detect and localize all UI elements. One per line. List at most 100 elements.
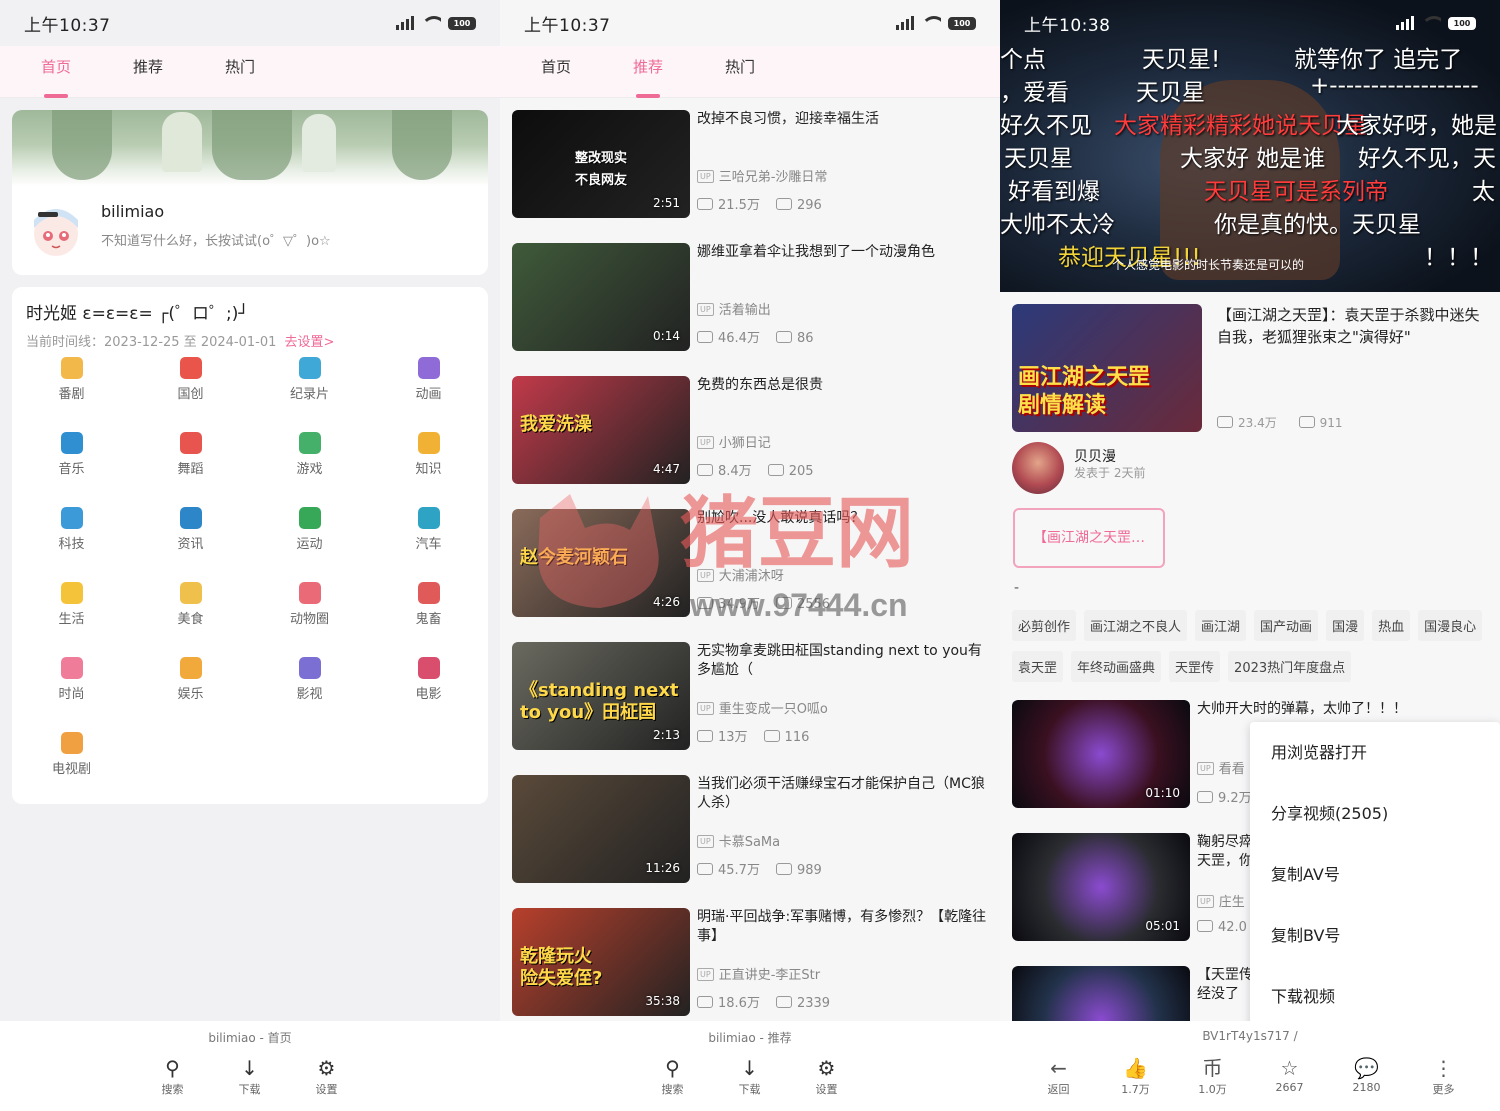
video-tag[interactable]: 画江湖之不良人 bbox=[1084, 610, 1188, 641]
category-item[interactable]: 音乐 bbox=[12, 432, 131, 477]
danmaku-text: 天贝星 bbox=[1136, 80, 1205, 106]
nav-settings-button[interactable]: ⚙ 设置 bbox=[788, 1057, 865, 1097]
video-item[interactable]: 0:14 娜维亚拿着伞让我想到了一个动漫角色 UP 活着输出 46.4万 86 bbox=[512, 243, 990, 353]
tab-hot[interactable]: 热门 bbox=[194, 46, 286, 98]
danmaku-text: 大家好 她是谁 bbox=[1180, 146, 1326, 172]
related-thumbnail: 01:10 bbox=[1012, 700, 1190, 808]
nav-settings-button[interactable]: ⚙ 设置 bbox=[288, 1057, 365, 1097]
category-item[interactable]: 美食 bbox=[131, 582, 250, 627]
video-tag[interactable]: 热血 bbox=[1372, 610, 1411, 641]
video-item[interactable]: 11:26 当我们必须干活赚绿宝石才能保护自己（MC狼人杀） UP 卡慕SaMa 45.… bbox=[512, 775, 990, 885]
timeline-set-link[interactable]: 去设置> bbox=[285, 335, 335, 350]
video-stats: 34.9万 2556 bbox=[697, 593, 830, 612]
category-item[interactable]: 动物圈 bbox=[250, 582, 369, 627]
category-item[interactable]: 纪录片 bbox=[250, 357, 369, 402]
video-views: 8.4万 bbox=[718, 464, 752, 479]
video-tag[interactable]: 国漫 bbox=[1326, 610, 1365, 641]
category-icon bbox=[179, 432, 202, 454]
category-item[interactable]: 电视剧 bbox=[12, 732, 131, 777]
action-like-button[interactable]: 👍 1.7万 bbox=[1097, 1057, 1174, 1097]
context-menu-item[interactable]: 用浏览器打开 bbox=[1250, 722, 1500, 783]
context-menu-item[interactable]: 分享视频(2505) bbox=[1250, 783, 1500, 844]
video-item[interactable]: 整改现实 不良网友 2:51 改掉不良习惯，迎接幸福生活 UP 三哈兄弟-沙雕日常 21.… bbox=[512, 110, 990, 220]
category-item[interactable]: 时尚 bbox=[12, 657, 131, 702]
collection-button[interactable]: 【画江湖之天罡… bbox=[1013, 508, 1165, 568]
up-badge-icon: UP bbox=[1197, 762, 1214, 775]
screen-home: 上午10:37 100 首页 推荐 热门 bilimiao 不知道写什么好，长按… bbox=[0, 0, 500, 1111]
nav-search-button[interactable]: ⚲ 搜索 bbox=[134, 1057, 211, 1097]
video-item[interactable]: 赵今麦河颖石 4:26 别尬吹...没人敢说真话吗？ UP 大浦浦沐呀 34.9万 2556 bbox=[512, 509, 990, 619]
video-tag[interactable]: 必剪创作 bbox=[1012, 610, 1077, 641]
category-item[interactable]: 国创 bbox=[131, 357, 250, 402]
context-menu-item[interactable]: 复制AV号 bbox=[1250, 844, 1500, 905]
category-item[interactable]: 资讯 bbox=[131, 507, 250, 552]
video-thumbnail: 赵今麦河颖石 4:26 bbox=[512, 509, 690, 617]
category-label: 动物圈 bbox=[289, 612, 329, 627]
category-label: 影视 bbox=[296, 687, 323, 702]
action-coin-button[interactable]: 币 1.0万 bbox=[1174, 1057, 1251, 1097]
timeline-title: 时光姬 ε=ε=ε= ┌(゜ロ゜;)┘ bbox=[26, 304, 249, 324]
tab-hot[interactable]: 热门 bbox=[694, 46, 786, 98]
more-icon: ⋮ bbox=[1433, 1056, 1454, 1080]
category-item[interactable]: 娱乐 bbox=[131, 657, 250, 702]
video-tag[interactable]: 年终动画盛典 bbox=[1071, 651, 1162, 682]
category-item[interactable]: 知识 bbox=[369, 432, 488, 477]
video-duration: 0:14 bbox=[653, 329, 680, 343]
action-more-button[interactable]: ⋮ 更多 bbox=[1405, 1057, 1482, 1097]
action-star-button[interactable]: ☆ 2667 bbox=[1251, 1057, 1328, 1097]
avatar[interactable] bbox=[24, 198, 88, 262]
tab-home[interactable]: 首页 bbox=[510, 46, 602, 98]
nav-download-button[interactable]: ↓ 下载 bbox=[211, 1057, 288, 1097]
play-count-icon bbox=[1197, 920, 1213, 932]
category-item[interactable]: 电影 bbox=[369, 657, 488, 702]
play-count-icon bbox=[697, 730, 713, 742]
category-item[interactable]: 运动 bbox=[250, 507, 369, 552]
profile-card[interactable]: bilimiao 不知道写什么好，长按试试(o゜▽゜)o☆ bbox=[12, 110, 488, 275]
category-label: 知识 bbox=[415, 462, 442, 477]
tab-home[interactable]: 首页 bbox=[10, 46, 102, 98]
danmaku-count-icon bbox=[775, 863, 792, 875]
video-tag[interactable]: 画江湖 bbox=[1195, 610, 1247, 641]
category-item[interactable]: 鬼畜 bbox=[369, 582, 488, 627]
danmaku-count-icon bbox=[775, 198, 792, 210]
video-tag[interactable]: 袁天罡 bbox=[1012, 651, 1064, 682]
tab-recommend[interactable]: 推荐 bbox=[602, 46, 694, 98]
tab-recommend[interactable]: 推荐 bbox=[102, 46, 194, 98]
action-comment-button[interactable]: 💬 2180 bbox=[1328, 1057, 1405, 1097]
battery-icon: 100 bbox=[448, 16, 476, 30]
video-tag[interactable]: 天罡传 bbox=[1169, 651, 1221, 682]
category-icon bbox=[417, 357, 440, 379]
danmaku-text: 大家精彩精彩她说天贝星 bbox=[1114, 113, 1367, 139]
category-item[interactable]: 动画 bbox=[369, 357, 488, 402]
video-danmaku: 205 bbox=[788, 464, 814, 479]
context-menu-item[interactable]: 复制BV号 bbox=[1250, 905, 1500, 966]
video-item[interactable]: 《standing next to you》田柾国 2:13 无实物拿麦跳田柾国st… bbox=[512, 642, 990, 752]
category-icon bbox=[298, 507, 321, 529]
video-title: 别尬吹...没人敢说真话吗？ bbox=[697, 510, 865, 526]
action-back-arrow-button[interactable]: ← 返回 bbox=[1020, 1057, 1097, 1097]
main-video-card[interactable]: 画江湖之天罡 剧情解读 【画江湖之天罡】：袁天罡于杀戮中迷失自我，老狐狸张束之"… bbox=[1012, 304, 1492, 434]
category-label: 电视剧 bbox=[51, 762, 91, 777]
video-uploader: 卡慕SaMa bbox=[718, 835, 781, 850]
author-row[interactable]: 贝贝漫 发表于 2天前 bbox=[1012, 442, 1312, 498]
video-item[interactable]: 我爱洗澡 4:47 免费的东西总是很贵 UP 小狮日记 8.4万 205 bbox=[512, 376, 990, 486]
category-item[interactable]: 影视 bbox=[250, 657, 369, 702]
category-item[interactable]: 舞蹈 bbox=[131, 432, 250, 477]
nav-search-button[interactable]: ⚲ 搜索 bbox=[634, 1057, 711, 1097]
category-item[interactable]: 科技 bbox=[12, 507, 131, 552]
profile-name: bilimiao bbox=[101, 202, 165, 221]
category-item[interactable]: 汽车 bbox=[369, 507, 488, 552]
video-tag[interactable]: 国漫良心 bbox=[1418, 610, 1483, 641]
context-menu-item[interactable]: 下载视频 bbox=[1250, 966, 1500, 1027]
video-tag[interactable]: 国产动画 bbox=[1254, 610, 1319, 641]
video-item[interactable]: 乾隆玩火 险失爱侄? 35:38 明瑞·平回战争:军事赌博，有多惨烈？【乾隆往事】 U… bbox=[512, 908, 990, 1018]
video-tag[interactable]: 2023热门年度盘点 bbox=[1228, 651, 1352, 682]
video-danmaku: 2556 bbox=[796, 597, 831, 612]
status-bar: 上午10:37 100 bbox=[0, 0, 500, 46]
nav-download-button[interactable]: ↓ 下载 bbox=[711, 1057, 788, 1097]
video-stats: 18.6万 2339 bbox=[697, 992, 830, 1011]
category-item[interactable]: 游戏 bbox=[250, 432, 369, 477]
category-item[interactable]: 生活 bbox=[12, 582, 131, 627]
category-item[interactable]: 番剧 bbox=[12, 357, 131, 402]
video-title: 免费的东西总是很贵 bbox=[697, 377, 823, 393]
